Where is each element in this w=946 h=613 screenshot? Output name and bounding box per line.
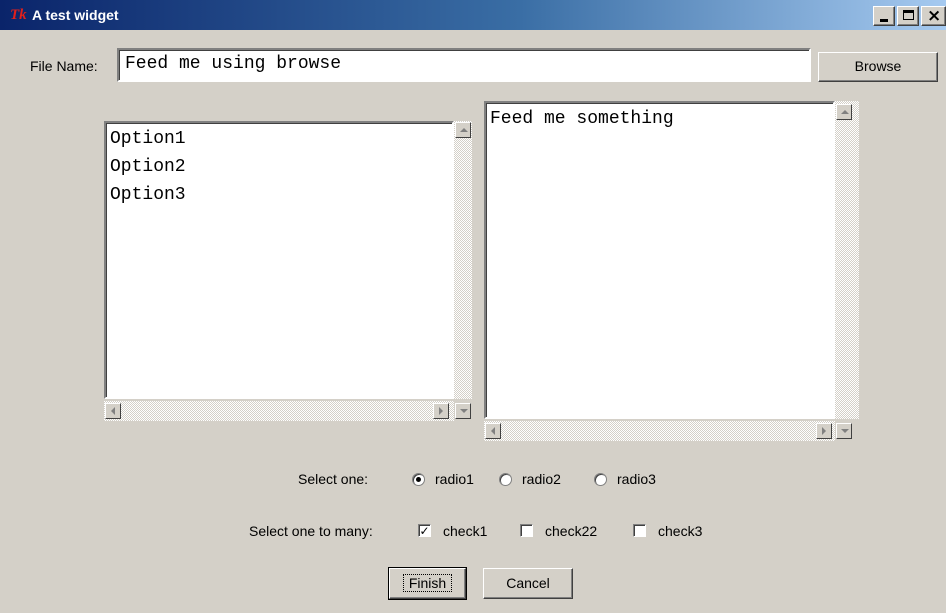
radio-group-label: Select one: bbox=[298, 471, 369, 487]
arrow-left-icon bbox=[111, 407, 115, 415]
text-scroll-up-button[interactable] bbox=[836, 104, 852, 120]
browse-button[interactable]: Browse bbox=[818, 52, 938, 82]
finish-button[interactable]: Finish bbox=[388, 567, 467, 600]
checkbox-check22[interactable] bbox=[520, 524, 533, 537]
arrow-up-icon bbox=[460, 128, 468, 132]
list-item[interactable]: Option1 bbox=[110, 129, 186, 149]
file-name-input[interactable]: Feed me using browse bbox=[117, 48, 811, 82]
listbox-scroll-up-button[interactable] bbox=[455, 122, 471, 138]
list-item[interactable]: Option3 bbox=[110, 185, 186, 205]
arrow-down-icon bbox=[460, 409, 468, 413]
minimize-icon bbox=[880, 19, 888, 22]
radio-selected-dot bbox=[416, 477, 421, 482]
minimize-button[interactable] bbox=[873, 6, 895, 26]
maximize-button[interactable] bbox=[897, 6, 919, 26]
finish-label: Finish bbox=[402, 574, 453, 592]
radio2-label[interactable]: radio2 bbox=[522, 471, 561, 487]
radio1-label[interactable]: radio1 bbox=[435, 471, 474, 487]
arrow-right-icon bbox=[439, 407, 443, 415]
text-area-value: Feed me something bbox=[490, 109, 674, 129]
check-mark-icon: ✓ bbox=[419, 524, 430, 538]
text-area[interactable]: Feed me something bbox=[484, 101, 835, 419]
check3-label[interactable]: check3 bbox=[658, 523, 702, 539]
checkbox-check1[interactable]: ✓ bbox=[418, 524, 431, 537]
arrow-right-icon bbox=[822, 427, 826, 435]
radio-button-radio3[interactable] bbox=[594, 473, 607, 486]
radio-button-radio2[interactable] bbox=[499, 473, 512, 486]
arrow-left-icon bbox=[491, 427, 495, 435]
close-icon: × bbox=[927, 6, 942, 26]
file-name-label: File Name: bbox=[30, 58, 98, 74]
maximize-icon bbox=[903, 10, 914, 20]
listbox-scroll-left-button[interactable] bbox=[105, 403, 121, 419]
title-bar[interactable]: Tk A test widget × bbox=[0, 0, 946, 30]
arrow-up-icon bbox=[841, 110, 849, 114]
tk-logo: Tk bbox=[10, 7, 27, 23]
cancel-label: Cancel bbox=[506, 575, 550, 591]
listbox-horizontal-scrollbar[interactable] bbox=[104, 401, 454, 421]
window-title: A test widget bbox=[32, 7, 119, 23]
checkbox-group-label: Select one to many: bbox=[249, 523, 373, 539]
text-scroll-left-button[interactable] bbox=[485, 423, 501, 439]
cancel-button[interactable]: Cancel bbox=[483, 568, 573, 599]
browse-label: Browse bbox=[854, 58, 902, 74]
listbox-scroll-down-button[interactable] bbox=[455, 403, 471, 419]
text-vertical-scrollbar[interactable] bbox=[835, 101, 859, 419]
listbox-scroll-right-button[interactable] bbox=[433, 403, 449, 419]
file-name-value: Feed me using browse bbox=[125, 54, 342, 74]
list-item[interactable]: Option2 bbox=[110, 157, 186, 177]
checkbox-check3[interactable] bbox=[633, 524, 646, 537]
text-scroll-right-button[interactable] bbox=[816, 423, 832, 439]
radio-button-radio1[interactable] bbox=[412, 473, 425, 486]
check22-label[interactable]: check22 bbox=[545, 523, 597, 539]
listbox-vertical-scrollbar[interactable] bbox=[454, 121, 472, 399]
arrow-down-icon bbox=[841, 429, 849, 433]
check1-label[interactable]: check1 bbox=[443, 523, 487, 539]
text-scroll-down-button[interactable] bbox=[836, 423, 852, 439]
text-horizontal-scrollbar[interactable] bbox=[484, 421, 835, 441]
close-button[interactable]: × bbox=[921, 6, 946, 26]
options-listbox[interactable]: Option1 Option2 Option3 bbox=[104, 121, 454, 399]
radio3-label[interactable]: radio3 bbox=[617, 471, 656, 487]
